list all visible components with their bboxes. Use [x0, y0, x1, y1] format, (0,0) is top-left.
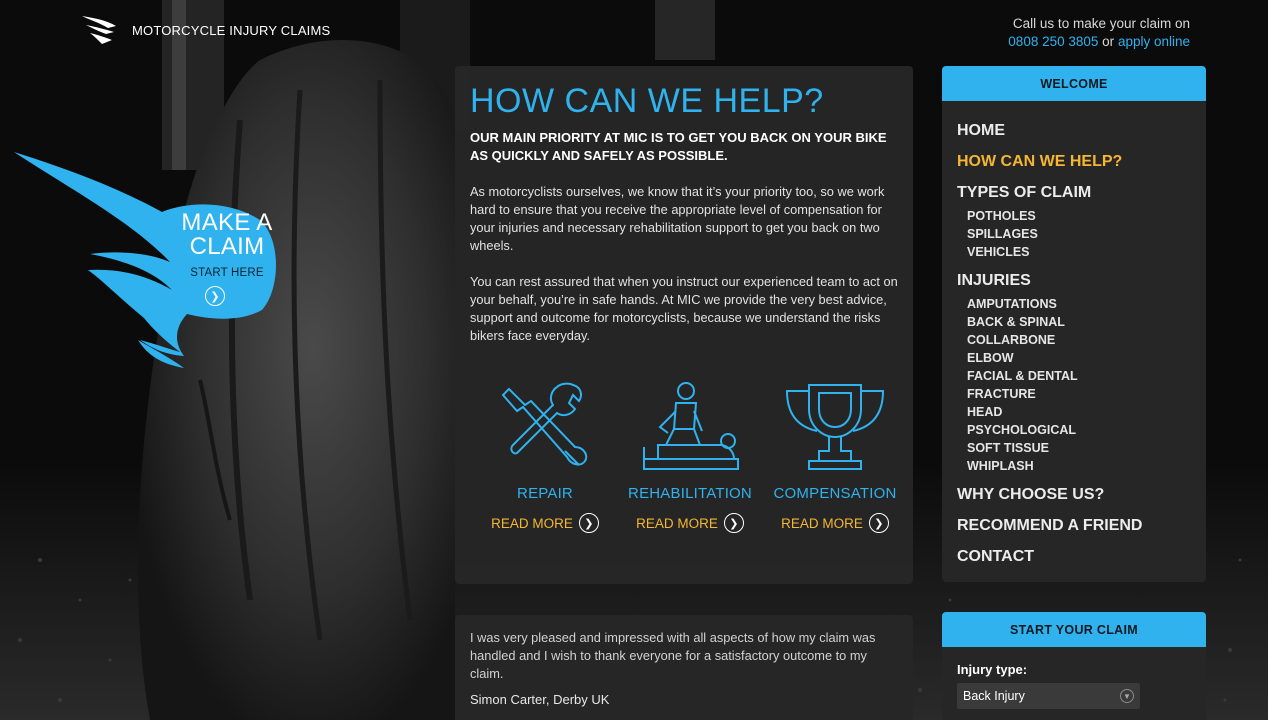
service-rehabilitation[interactable]: REHABILITATION READ MORE ❯	[620, 381, 760, 533]
chevron-right-icon: ❯	[723, 513, 744, 533]
or-text: or	[1102, 34, 1115, 49]
read-more-text: READ MORE	[781, 515, 863, 531]
nav-item-injuries[interactable]: INJURIES	[957, 265, 1191, 296]
sidebar-nav: WELCOME HOME HOW CAN WE HELP? TYPES OF C…	[942, 66, 1206, 582]
nav-sub-item-whiplash[interactable]: WHIPLASH	[957, 457, 1191, 475]
service-repair[interactable]: REPAIR READ MORE ❯	[475, 381, 615, 533]
trophy-icon	[785, 384, 885, 470]
testimonial-author: Simon Carter, Derby UK	[470, 692, 610, 707]
nav-sub-item-vehicles[interactable]: VEHICLES	[957, 243, 1191, 261]
nav-item-home[interactable]: HOME	[957, 115, 1191, 146]
nav-item-how-can-we-help[interactable]: HOW CAN WE HELP?	[957, 146, 1191, 177]
how-can-we-help-panel: HOW CAN WE HELP? OUR MAIN PRIORITY AT MI…	[455, 66, 913, 584]
nav-sub-item-potholes[interactable]: POTHOLES	[957, 207, 1191, 225]
wing-logo-icon	[82, 16, 116, 44]
lead-text: OUR MAIN PRIORITY AT MIC IS TO GET YOU B…	[470, 130, 887, 163]
nav-item-why-choose-us[interactable]: WHY CHOOSE US?	[957, 479, 1191, 510]
site-logo[interactable]: MOTORCYCLE INJURY CLAIMS	[80, 14, 330, 46]
start-claim-panel: START YOUR CLAIM Injury type: Back Injur…	[942, 612, 1206, 720]
nav-sub-item-psychological[interactable]: PSYCHOLOGICAL	[957, 421, 1191, 439]
injury-type-select[interactable]: Back Injury ▼	[957, 683, 1140, 709]
testimonial-panel: I was very pleased and impressed with al…	[455, 615, 913, 720]
nav-sub-item-soft-tissue[interactable]: SOFT TISSUE	[957, 439, 1191, 457]
nav-sub-item-spillages[interactable]: SPILLAGES	[957, 225, 1191, 243]
make-a-claim-badge[interactable]: MAKE A CLAIM START HERE ❯	[12, 150, 282, 375]
read-more-text: READ MORE	[636, 515, 718, 531]
nav-sub-item-collarbone[interactable]: COLLARBONE	[957, 331, 1191, 349]
nav-sub-item-facial-dental[interactable]: FACIAL & DENTAL	[957, 367, 1191, 385]
nav-sub-item-head[interactable]: HEAD	[957, 403, 1191, 421]
rehabilitation-label: REHABILITATION	[628, 485, 752, 502]
tools-icon	[501, 382, 588, 466]
testimonial-quote: I was very pleased and impressed with al…	[470, 630, 876, 681]
start-here-arrow-icon[interactable]: ❯	[205, 286, 225, 306]
nav-sub-item-back-spinal[interactable]: BACK & SPINAL	[957, 313, 1191, 331]
repair-read-more[interactable]: READ MORE ❯	[475, 513, 615, 533]
nav-item-contact[interactable]: CONTACT	[957, 541, 1191, 572]
services-row: REPAIR READ MORE ❯ REHABILITATION READ M…	[475, 381, 896, 541]
start-claim-heading: START YOUR CLAIM	[942, 612, 1206, 647]
nav-sub-item-amputations[interactable]: AMPUTATIONS	[957, 295, 1191, 313]
nav-sub-item-fracture[interactable]: FRACTURE	[957, 385, 1191, 403]
nav-item-recommend-a-friend[interactable]: RECOMMEND A FRIEND	[957, 510, 1191, 541]
chevron-down-icon: ▼	[1120, 689, 1134, 703]
call-us-text: Call us to make your claim on	[1012, 16, 1190, 31]
chevron-right-icon: ❯	[578, 513, 599, 533]
make-claim-title: MAKE A CLAIM	[181, 209, 273, 260]
injury-type-label: Injury type:	[957, 662, 1028, 677]
nav-sub-item-elbow[interactable]: ELBOW	[957, 349, 1191, 367]
start-here-label: START HERE	[190, 267, 264, 279]
phone-link[interactable]: 0808 250 3805	[1008, 34, 1098, 49]
chevron-right-icon: ❯	[868, 513, 889, 533]
nav-item-types-of-claim[interactable]: TYPES OF CLAIM	[957, 177, 1191, 208]
logo-text: MOTORCYCLE INJURY CLAIMS	[132, 22, 331, 38]
service-compensation[interactable]: COMPENSATION READ MORE ❯	[765, 381, 905, 533]
reassurance-paragraph: You can rest assured that when you instr…	[470, 274, 898, 343]
intro-paragraph: As motorcyclists ourselves, we know that…	[470, 184, 885, 253]
repair-label: REPAIR	[517, 485, 573, 502]
call-us-block: Call us to make your claim on 0808 250 3…	[1008, 15, 1190, 51]
nav-heading: WELCOME	[942, 66, 1206, 101]
physio-icon	[643, 382, 739, 470]
apply-online-link[interactable]: apply online	[1118, 34, 1190, 49]
rehabilitation-read-more[interactable]: READ MORE ❯	[620, 513, 760, 533]
injury-type-value: Back Injury	[963, 689, 1025, 703]
compensation-read-more[interactable]: READ MORE ❯	[765, 513, 905, 533]
wing-shape-icon	[14, 152, 276, 368]
compensation-label: COMPENSATION	[773, 485, 897, 502]
read-more-text: READ MORE	[491, 515, 573, 531]
page-title: HOW CAN WE HELP?	[470, 82, 824, 120]
